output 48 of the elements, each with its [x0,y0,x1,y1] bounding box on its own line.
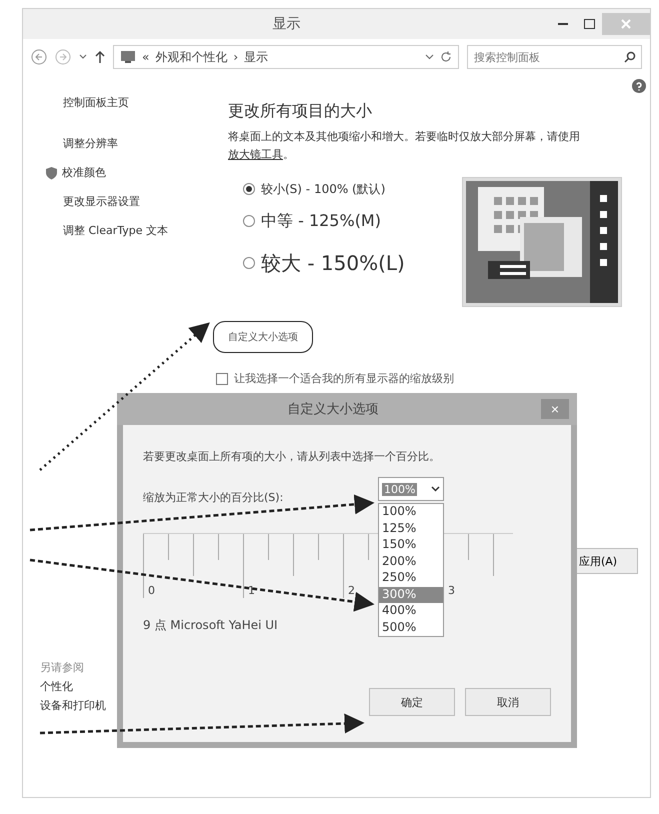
scaling-checkbox[interactable]: 让我选择一个适合我的所有显示器的缩放级别 [216,371,630,386]
magnifier-link[interactable]: 放大镜工具 [228,148,283,161]
close-icon [621,19,631,29]
help-icon[interactable] [632,79,646,93]
search-icon [624,51,636,63]
dialog-description: 若要更改桌面上所有项的大小，请从列表中选择一个百分比。 [143,449,441,464]
ruler-label: 2 [348,584,355,597]
window-title: 显示 [272,15,302,33]
see-also-link[interactable]: 设备和打印机 [40,698,106,713]
chevrons: « [142,50,150,64]
scale-label: 缩放为正常大小的百分比(S): [143,490,284,505]
refresh-icon[interactable] [440,51,452,63]
address-bar[interactable]: « 外观和个性化 › 显示 [113,45,459,69]
back-icon[interactable] [31,49,47,65]
separator: › [233,50,238,64]
custom-size-link[interactable]: 自定义大小选项 [213,321,313,354]
dropdown-icon[interactable] [425,54,434,60]
ruler-label: 1 [248,584,255,597]
description: 将桌面上的文本及其他项缩小和增大。若要临时仅放大部分屏幕，请使用 放大镜工具。 [228,129,581,163]
font-sample: 9 点 Microsoft YaHei UI [143,617,278,634]
ok-button[interactable]: 确定 [369,688,455,716]
size-radio[interactable]: 较小(S) - 100% (默认) [243,177,462,202]
search-field[interactable]: 搜索控制面板 [467,45,642,69]
see-also-link[interactable]: 个性化 [40,679,106,694]
sidebar-link[interactable]: 调整分辨率 [63,136,228,151]
caret-icon [431,486,440,492]
percentage-dropdown[interactable]: 100% [378,477,444,501]
breadcrumb[interactable]: 显示 [244,48,268,66]
sidebar-link[interactable]: 调整 ClearType 文本 [63,223,228,238]
see-also-heading: 另请参阅 [40,660,85,675]
ruler-label: 0 [148,584,155,597]
maximize-icon [584,19,594,29]
list-option[interactable]: 300% [379,586,443,603]
page-heading: 更改所有项目的大小 [228,101,373,122]
sidebar-link[interactable]: 校准颜色 [45,165,228,180]
size-radio[interactable]: 较大 - 150%(L) [243,241,462,286]
sidebar-link[interactable]: 控制面板主页 [63,95,228,110]
ruler-label: 3 [448,584,455,597]
breadcrumb[interactable]: 外观和个性化 [155,48,228,66]
size-radio[interactable]: 中等 - 125%(M) [243,201,462,242]
up-icon[interactable] [95,50,105,64]
cancel-button[interactable]: 取消 [465,688,551,716]
minimize-icon [558,23,568,25]
dropdown-icon[interactable] [79,54,87,60]
sidebar-link[interactable]: 更改显示器设置 [63,194,228,209]
dialog-title: 自定义大小选项 [286,401,380,418]
shield-icon [45,166,58,180]
monitor-icon [120,50,136,64]
